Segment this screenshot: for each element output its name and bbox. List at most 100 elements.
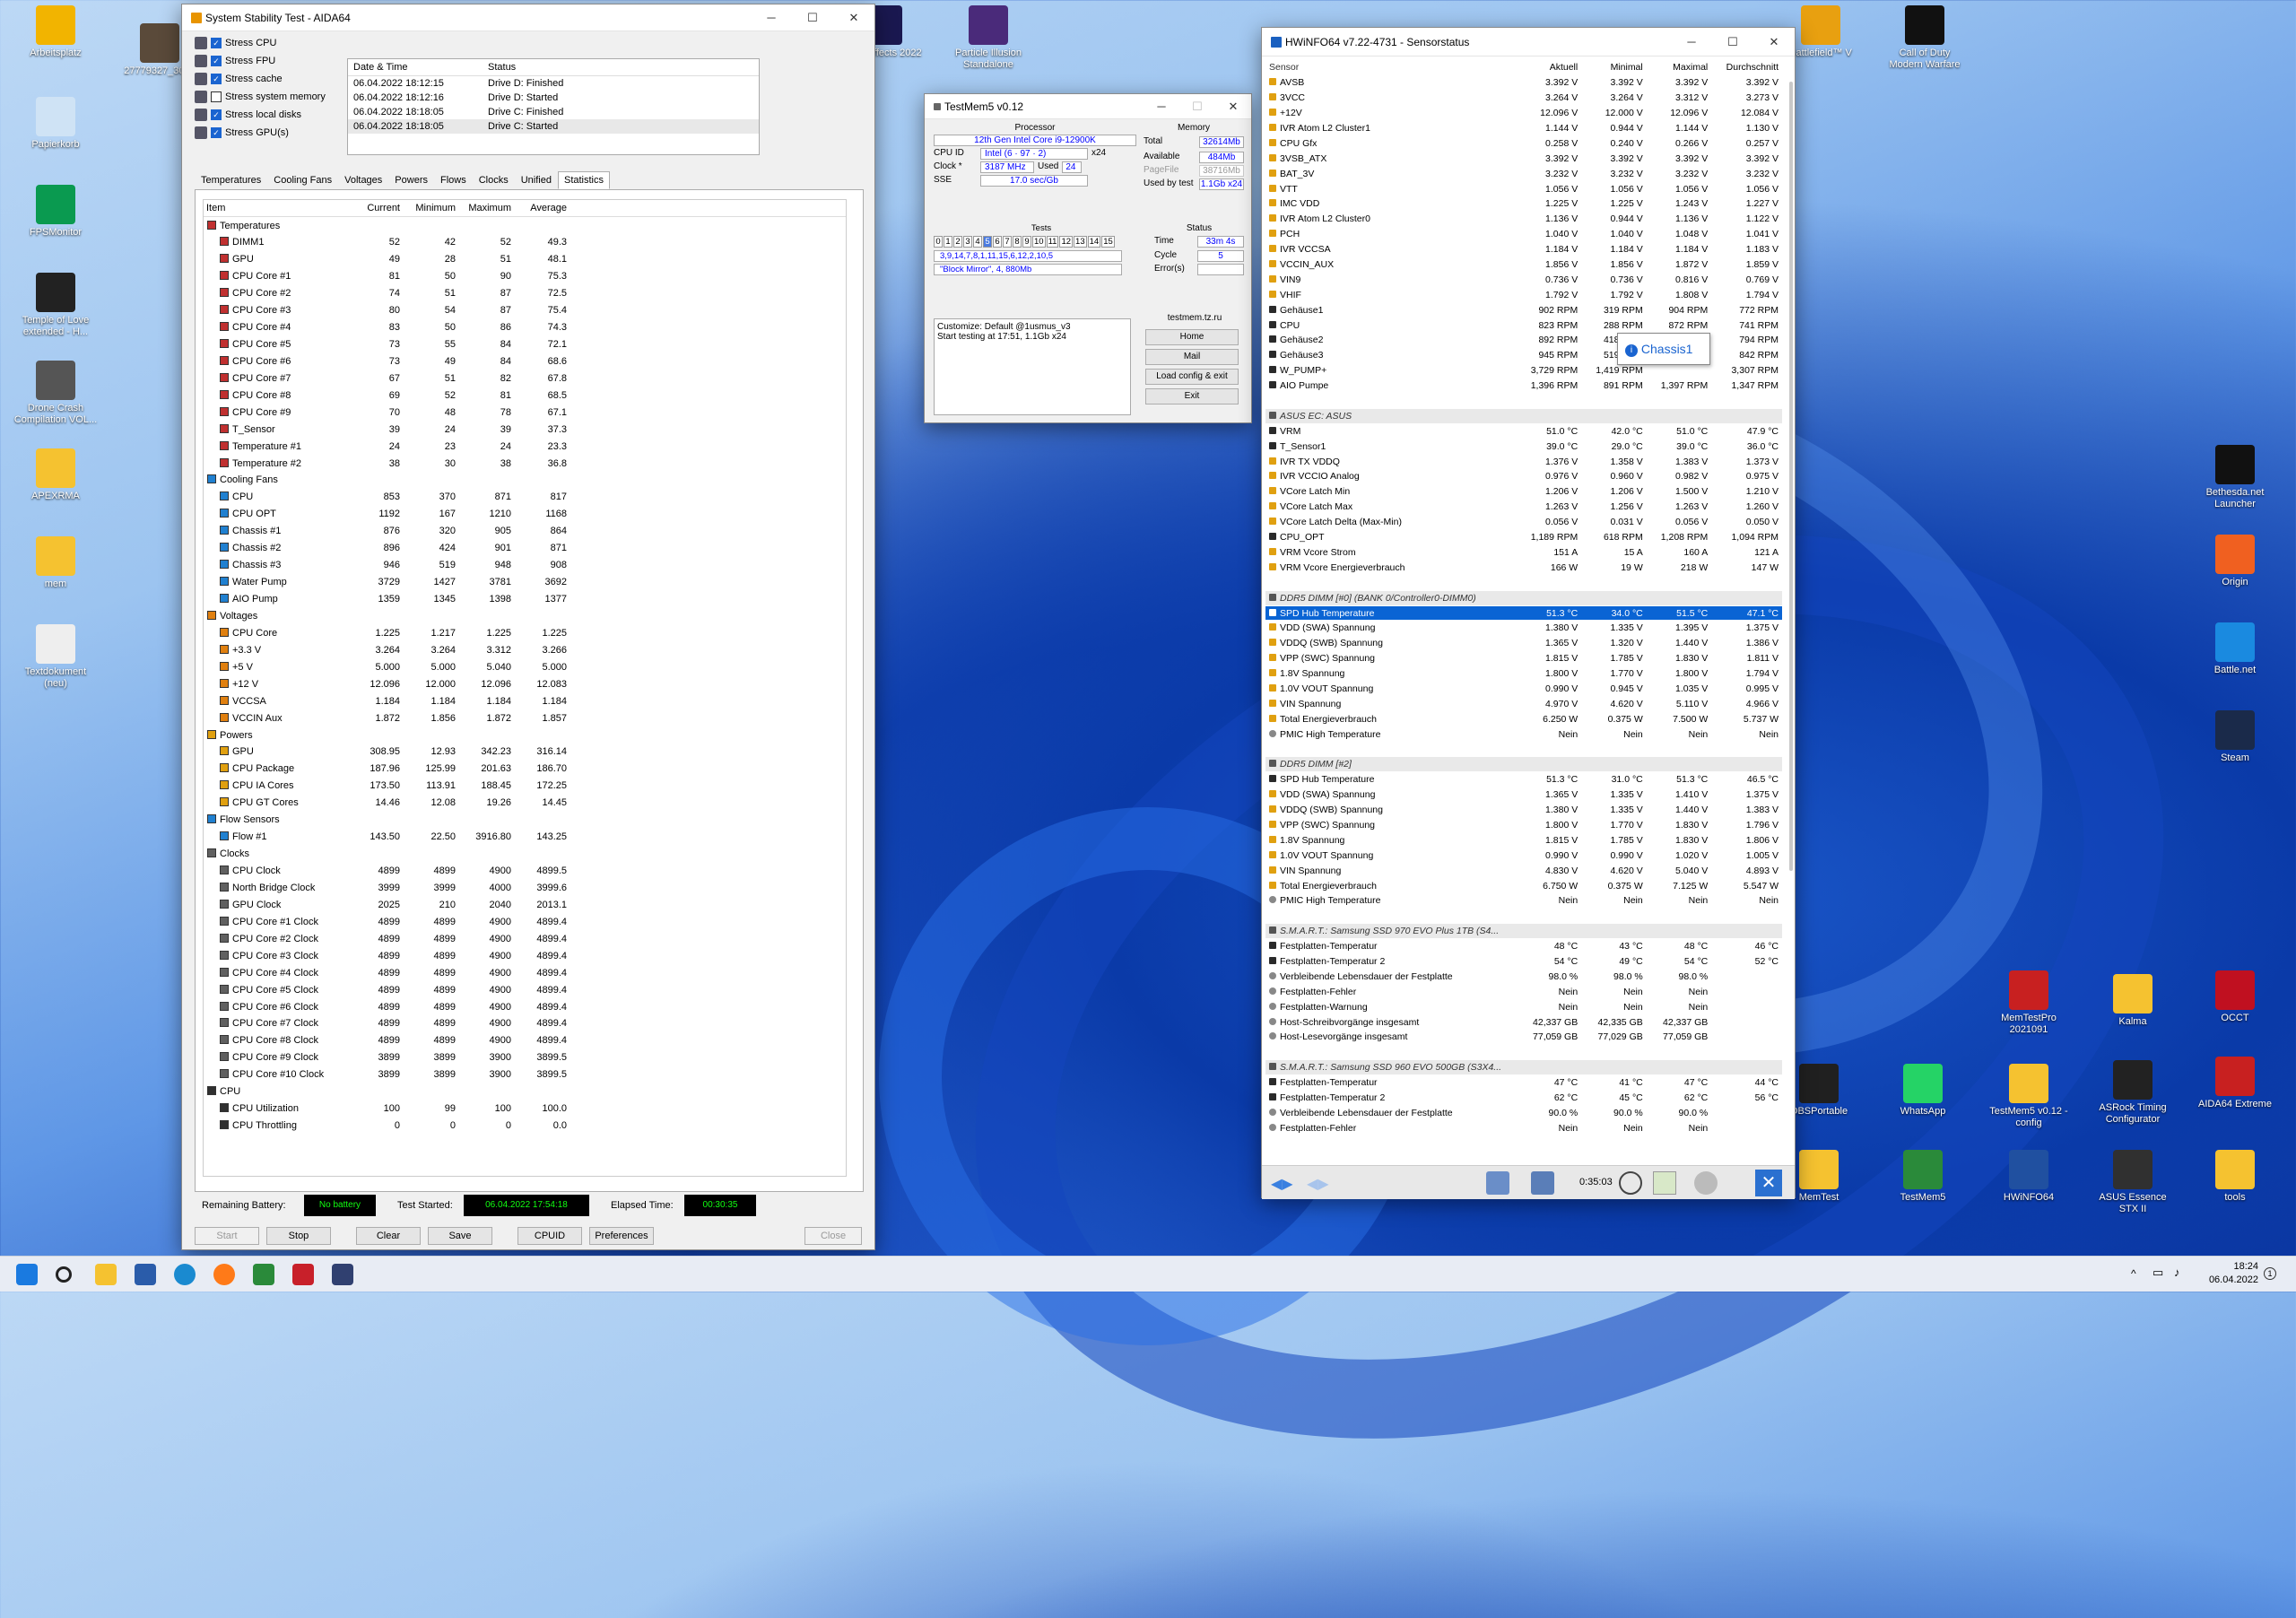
log-row[interactable]: 06.04.2022 18:18:05 Drive C: Finished (348, 105, 759, 119)
sensor-row[interactable]: AIO Pumpe 1,396 RPM 891 RPM 1,397 RPM 1,347 … (1265, 378, 1782, 395)
sensor-row[interactable]: VIN Spannung 4.830 V 4.620 V 5.040 V 4.893 V (1265, 863, 1782, 879)
sensor-row[interactable]: VCore Latch Min 1.206 V 1.206 V 1.500 V 1.21… (1265, 483, 1782, 500)
report-icon[interactable] (1653, 1171, 1676, 1195)
sensor-group-row[interactable]: S.M.A.R.T.: Samsung SSD 960 EVO 500GB (S… (1265, 1059, 1782, 1076)
sensor-row[interactable]: VCore Latch Delta (Max-Min) 0.056 V 0.031 … (1265, 514, 1782, 531)
tab-clocks[interactable]: Clocks (473, 171, 515, 189)
table-row[interactable]: +3.3 V 3.264 3.264 3.312 3.266 (204, 641, 846, 658)
desktop-icon-kalma[interactable]: Kalma (2090, 974, 2176, 1028)
sensor-row[interactable]: 3VSB_ATX 3.392 V 3.392 V 3.392 V 3.392 V (1265, 151, 1782, 167)
start-button[interactable]: Start (195, 1227, 259, 1245)
table-row[interactable]: CPU Core #7 Clock 4899 4899 4900 4899.4 (204, 1015, 846, 1032)
cpuid-button[interactable]: CPUID (517, 1227, 582, 1245)
sensor-row[interactable]: VDD (SWA) Spannung 1.380 V 1.335 V 1.395 V1… (1265, 620, 1782, 637)
table-row[interactable]: CPU Core #9 Clock 3899 3899 3900 3899.5 (204, 1049, 846, 1066)
checkbox-stress-cache[interactable]: ✓ Stress cache (195, 73, 283, 85)
table-row[interactable]: VCCIN Aux 1.872 1.856 1.872 1.857 (204, 709, 846, 726)
sensor-group-row[interactable]: S.M.A.R.T.: Samsung SSD 970 EVO Plus 1TB… (1265, 923, 1782, 940)
close-icon[interactable]: ✕ (1215, 100, 1251, 114)
desktop-icon-whatsapp[interactable]: WhatsApp (1880, 1064, 1966, 1118)
clear-button[interactable]: Clear (356, 1227, 421, 1245)
sensor-group-row[interactable]: DDR5 DIMM [#0] (BANK 0/Controller0-DIMM0… (1265, 590, 1782, 606)
sensor-row[interactable]: PMIC High Temperature Nein Nein Nein Nein (1265, 892, 1782, 909)
save-button[interactable]: Save (428, 1227, 492, 1245)
sensor-row[interactable]: +12V 12.096 V 12.000 V 12.096 V 12.084 V (1265, 105, 1782, 122)
close-sensors-icon[interactable]: ✕ (1755, 1170, 1782, 1196)
stop-button[interactable]: Stop (266, 1227, 331, 1245)
desktop-icon-call-of-duty-modern-warfare[interactable]: Call of Duty Modern Warfare (1882, 5, 1968, 71)
desktop-icon-origin[interactable]: Origin (2192, 535, 2278, 588)
table-row[interactable]: CPU OPT 1192 167 1210 1168 (204, 506, 846, 523)
preferences-button[interactable]: Preferences (589, 1227, 654, 1245)
sensor-row[interactable]: Verbleibende Lebensdauer der Festplatte 9… (1265, 969, 1782, 985)
sensor-row[interactable]: PMIC High Temperature Nein Nein Nein Nein (1265, 726, 1782, 743)
table-row[interactable]: CPU IA Cores 173.50 113.91 188.45 172.25 (204, 778, 846, 795)
clock[interactable]: 18:24 06.04.2022 (2194, 1260, 2258, 1287)
app-icon[interactable] (174, 1264, 196, 1285)
exit-button[interactable]: Exit (1145, 388, 1239, 404)
sensor-row[interactable]: BAT_3V 3.232 V 3.232 V 3.232 V 3.232 V (1265, 166, 1782, 182)
table-row[interactable]: Water Pump 3729 1427 3781 3692 (204, 574, 846, 591)
table-row[interactable]: CPU Core #5 73 55 84 72.1 (204, 336, 846, 353)
table-row[interactable]: AIO Pump 1359 1345 1398 1377 (204, 591, 846, 608)
file-explorer-icon[interactable] (95, 1264, 117, 1285)
table-row[interactable]: CPU Core #8 Clock 4899 4899 4900 4899.4 (204, 1032, 846, 1049)
table-row[interactable]: CPU Core #6 Clock 4899 4899 4900 4899.4 (204, 998, 846, 1015)
sensor-row[interactable]: VTT 1.056 V 1.056 V 1.056 V 1.056 V (1265, 181, 1782, 197)
settings-icon[interactable] (1694, 1171, 1718, 1195)
sensor-row[interactable]: Festplatten-Temperatur 2 62 °C 45 °C 62 °C 5… (1265, 1090, 1782, 1106)
sensor-row[interactable]: VRM Vcore Energieverbrauch 166 W 19 W 218 W… (1265, 560, 1782, 576)
desktop-icon-asrock-timing-configurator[interactable]: ASRock Timing Configurator (2090, 1060, 2176, 1126)
sensor-row[interactable]: Festplatten-Warnung Nein Nein Nein (1265, 999, 1782, 1015)
desktop-icon-occt[interactable]: OCCT (2192, 970, 2278, 1024)
sensor-row[interactable]: VHIF 1.792 V 1.792 V 1.808 V 1.794 V (1265, 287, 1782, 303)
desktop-icon-battle-net[interactable]: Battle.net (2192, 622, 2278, 676)
tab-statistics[interactable]: Statistics (557, 171, 610, 189)
clock-icon[interactable] (1619, 1171, 1642, 1195)
sensor-row[interactable]: CPU Gfx 0.258 V 0.240 V 0.266 V 0.257 V (1265, 135, 1782, 152)
desktop-icon-tools[interactable]: tools (2192, 1150, 2278, 1204)
minimize-icon[interactable]: ─ (1144, 100, 1179, 113)
sensor-row[interactable]: Festplatten-Temperatur 47 °C 41 °C 47 °C 44 … (1265, 1074, 1782, 1092)
maximize-icon[interactable]: ☐ (1179, 100, 1215, 114)
sensor-group-row[interactable]: ASUS EC: ASUS (1265, 408, 1782, 424)
table-row[interactable]: CPU Utilization 100 99 100 100.0 (204, 1100, 846, 1118)
table-row[interactable]: CPU Core #3 Clock 4899 4899 4900 4899.4 (204, 947, 846, 964)
checkbox-box[interactable] (211, 91, 222, 102)
table-row[interactable]: Chassis #2 896 424 901 871 (204, 540, 846, 557)
sensor-row[interactable]: W_PUMP+ 3,729 RPM 1,419 RPM 3,307 RPM (1265, 362, 1782, 379)
sensor-row[interactable]: AVSB 3.392 V 3.392 V 3.392 V 3.392 V (1265, 74, 1782, 91)
table-row[interactable]: Chassis #1 876 320 905 864 (204, 523, 846, 540)
desktop-icon-aida64-extreme[interactable]: AIDA64 Extreme (2192, 1057, 2278, 1110)
hwinfo-titlebar[interactable]: HWiNFO64 v7.22-4731 - Sensorstatus ─ ☐ ✕ (1262, 28, 1795, 57)
sensor-row[interactable]: Verbleibende Lebensdauer der Festplatte 9… (1265, 1105, 1782, 1121)
sensor-row[interactable]: 1.0V VOUT Spannung 0.990 V 0.990 V 1.020 V1… (1265, 848, 1782, 864)
network-icon[interactable]: ▭ (2152, 1266, 2163, 1280)
log-row[interactable]: 06.04.2022 18:12:15 Drive D: Finished (348, 76, 759, 91)
sensor-row[interactable]: VDD (SWA) Spannung 1.365 V 1.335 V 1.410 V1… (1265, 787, 1782, 804)
col-minimum[interactable]: Minimal (1581, 60, 1647, 76)
sensor-row[interactable]: VPP (SWC) Spannung 1.815 V 1.785 V 1.830 V1… (1265, 650, 1782, 667)
sensor-row[interactable]: VCCIN_AUX 1.856 V 1.856 V 1.872 V 1.859 V (1265, 257, 1782, 273)
sensor-row[interactable]: CPU 823 RPM 288 RPM 872 RPM 741 RPM (1265, 318, 1782, 334)
col-current[interactable]: Current (347, 200, 403, 217)
desktop-icon-particle-illusion-standalone[interactable]: Particle Illusion Standalone (945, 5, 1031, 71)
close-button[interactable]: Close (804, 1227, 862, 1245)
group-row[interactable]: Powers (204, 726, 846, 744)
maximize-icon[interactable]: ☐ (792, 11, 833, 25)
log-header-date[interactable]: Date & Time (348, 59, 483, 76)
sensor-row[interactable]: VDDQ (SWB) Spannung 1.380 V 1.335 V 1.440 V… (1265, 802, 1782, 819)
log-row[interactable]: 06.04.2022 18:12:16 Drive D: Started (348, 91, 759, 105)
table-row[interactable]: CPU Core #2 74 51 87 72.5 (204, 285, 846, 302)
table-row[interactable]: CPU Core #8 69 52 81 68.5 (204, 387, 846, 404)
desktop-icon-memtestpro-2021091[interactable]: MemTestPro 2021091 (1986, 970, 2072, 1036)
sensor-row[interactable]: Festplatten-Temperatur 2 54 °C 49 °C 54 °C 5… (1265, 953, 1782, 970)
volume-icon[interactable]: ♪ (2174, 1266, 2180, 1279)
table-row[interactable]: CPU Core #2 Clock 4899 4899 4900 4899.4 (204, 930, 846, 947)
group-row[interactable]: Cooling Fans (204, 472, 846, 489)
sensor-row[interactable]: 1.8V Spannung 1.800 V 1.770 V 1.800 V 1.794 … (1265, 665, 1782, 683)
sensor-row[interactable]: 1.0V VOUT Spannung 0.990 V 0.945 V 1.035 V0… (1265, 681, 1782, 697)
sensor-row[interactable]: T_Sensor1 39.0 °C 29.0 °C 39.0 °C 36.0 °C (1265, 439, 1782, 455)
sensor-row[interactable]: VPP (SWC) Spannung 1.800 V 1.770 V 1.830 V1… (1265, 817, 1782, 833)
table-row[interactable]: CPU Throttling 0 0 0 0.0 (204, 1118, 846, 1135)
